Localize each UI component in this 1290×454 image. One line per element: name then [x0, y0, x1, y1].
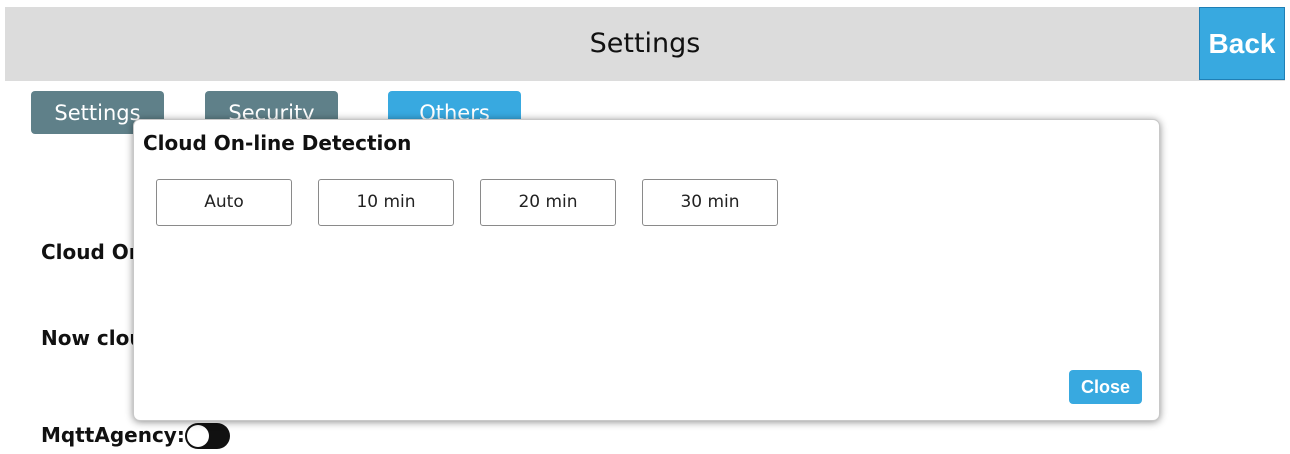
- mqtt-agency-toggle[interactable]: [185, 423, 230, 449]
- dialog-title: Cloud On-line Detection: [143, 131, 412, 155]
- option-30-min-button[interactable]: 30 min: [642, 179, 778, 226]
- option-20-min-button[interactable]: 20 min: [480, 179, 616, 226]
- settings-page: Settings Back Settings Security Others C…: [0, 0, 1290, 454]
- toggle-knob: [187, 425, 209, 447]
- cloud-detection-dialog: Cloud On-line Detection Auto 10 min 20 m…: [133, 119, 1160, 421]
- header-bar: Settings: [5, 7, 1285, 81]
- option-10-min-button[interactable]: 10 min: [318, 179, 454, 226]
- option-auto-button[interactable]: Auto: [156, 179, 292, 226]
- cloud-online-label: Cloud On: [41, 240, 144, 264]
- now-cloud-label: Now clou: [41, 326, 144, 350]
- back-button[interactable]: Back: [1199, 7, 1285, 80]
- close-button[interactable]: Close: [1069, 370, 1142, 404]
- page-title: Settings: [589, 28, 701, 59]
- mqtt-agency-label: MqttAgency:: [41, 423, 185, 447]
